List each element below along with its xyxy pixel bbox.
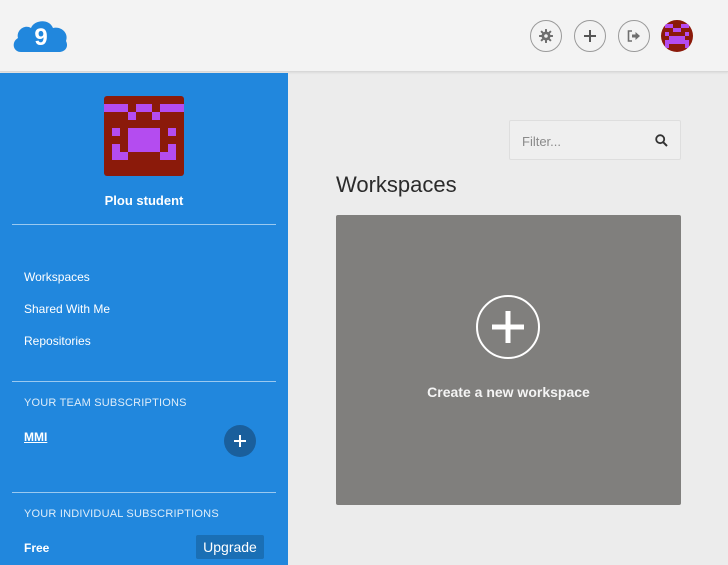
cloud9-logo[interactable]: 9 (11, 18, 69, 54)
create-workspace-card[interactable]: Create a new workspace (336, 215, 681, 505)
sidebar-item-shared-with-me[interactable]: Shared With Me (24, 302, 110, 316)
plus-icon (234, 435, 246, 447)
plan-name: Free (24, 541, 50, 555)
username: Plou student (104, 193, 184, 208)
top-header: 9 (0, 0, 728, 72)
filter-input[interactable] (522, 131, 650, 151)
search-icon[interactable] (655, 134, 668, 147)
sidebar-divider (12, 381, 276, 382)
upgrade-button[interactable]: Upgrade (196, 535, 264, 559)
individual-subscriptions-heading: YOUR INDIVIDUAL SUBSCRIPTIONS (24, 508, 219, 520)
plus-icon (492, 311, 524, 343)
plus-icon (584, 30, 596, 42)
team-subscriptions-heading: YOUR TEAM SUBSCRIPTIONS (24, 397, 187, 409)
gear-icon (539, 29, 553, 43)
user-avatar-header[interactable] (661, 20, 693, 52)
create-workspace-label: Create a new workspace (427, 384, 590, 400)
user-avatar (104, 96, 184, 176)
team-link-mmi[interactable]: MMI (24, 430, 47, 444)
sidebar-divider (12, 224, 276, 225)
settings-button[interactable] (530, 20, 562, 52)
sidebar: Plou student Workspaces Shared With Me R… (0, 73, 288, 565)
page-title: Workspaces (336, 172, 457, 197)
filter-box (509, 120, 681, 160)
sign-out-icon (627, 30, 640, 42)
new-workspace-header-button[interactable] (574, 20, 606, 52)
sidebar-divider (12, 492, 276, 493)
sidebar-item-workspaces[interactable]: Workspaces (24, 270, 90, 284)
add-team-button[interactable] (224, 425, 256, 457)
sidebar-item-repositories[interactable]: Repositories (24, 334, 91, 348)
logout-button[interactable] (618, 20, 650, 52)
logo-text: 9 (34, 24, 47, 51)
create-workspace-circle (476, 295, 540, 359)
